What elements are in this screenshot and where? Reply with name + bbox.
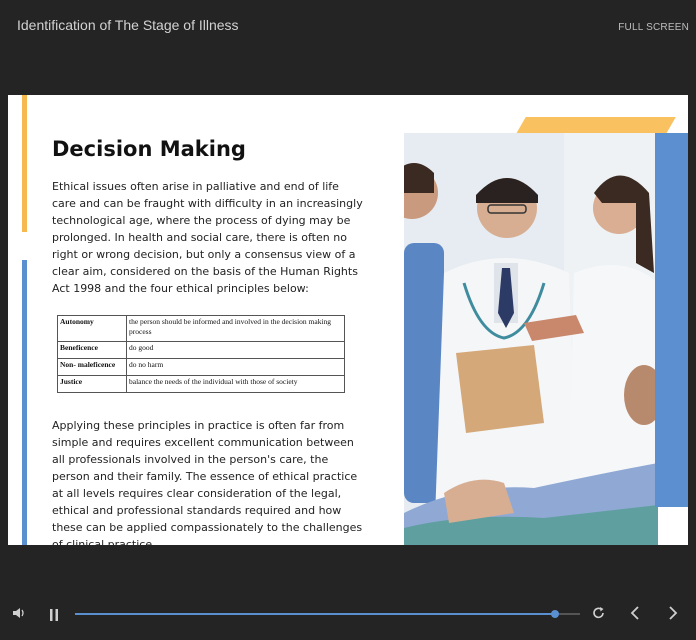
table-row: Justice balance the needs of the individ… — [57, 375, 345, 393]
principle-name: Justice — [57, 375, 127, 393]
blue-accent-bar — [22, 260, 27, 545]
orange-accent-bar — [22, 95, 27, 232]
fullscreen-button[interactable]: FULL SCREEN — [618, 22, 689, 33]
principle-name: Beneficence — [57, 341, 127, 359]
blue-decorative-block — [655, 133, 688, 507]
principle-description: balance the needs of the individual with… — [126, 375, 345, 393]
chevron-right-icon[interactable] — [667, 606, 679, 625]
progress-knob[interactable] — [550, 610, 559, 618]
pause-icon[interactable] — [49, 608, 59, 626]
principle-name: Autonomy — [57, 315, 127, 342]
principle-description: the person should be informed and involv… — [126, 315, 345, 342]
table-row: Non- maleficence do no harm — [57, 358, 345, 376]
volume-icon[interactable] — [12, 606, 26, 625]
progress-fill — [75, 613, 555, 615]
table-row: Beneficence do good — [57, 341, 345, 359]
principle-description: do good — [126, 341, 345, 359]
slide-canvas: Decision Making Ethical issues often ari… — [8, 95, 688, 545]
chevron-left-icon[interactable] — [629, 606, 641, 625]
doctors-illustration — [404, 133, 658, 545]
replay-icon[interactable] — [592, 606, 606, 625]
table-row: Autonomy the person should be informed a… — [57, 315, 345, 342]
medical-team-photo — [404, 133, 658, 545]
lesson-title: Identification of The Stage of Illness — [17, 17, 239, 33]
closing-paragraph: Applying these principles in practice is… — [52, 419, 363, 545]
ethical-principles-table: Autonomy the person should be informed a… — [57, 315, 345, 393]
player-controls — [0, 596, 696, 632]
progress-bar[interactable] — [75, 610, 580, 618]
principle-name: Non- maleficence — [57, 358, 127, 376]
slide-title: Decision Making — [52, 137, 246, 161]
intro-paragraph: Ethical issues often arise in palliative… — [52, 180, 363, 295]
principle-description: do no harm — [126, 358, 345, 376]
